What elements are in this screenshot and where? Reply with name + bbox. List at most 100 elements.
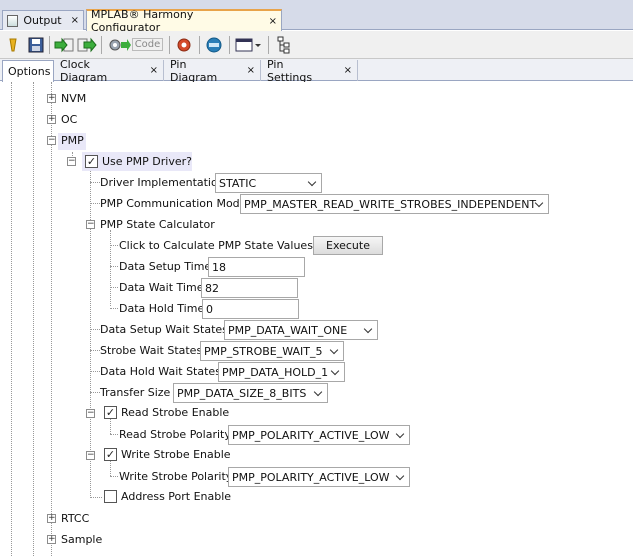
data-wait-time-label: Data Wait Time bbox=[119, 281, 204, 294]
toolbar-separator bbox=[49, 36, 50, 54]
tab-pin-settings[interactable]: Pin Settings × bbox=[262, 57, 358, 84]
tab-clock-diagram-label: Clock Diagram bbox=[60, 57, 108, 84]
write-strobe-polarity-label: Write Strobe Polarity bbox=[119, 470, 233, 483]
harmony-manager-icon[interactable] bbox=[204, 34, 224, 55]
data-hold-wait-states-label: Data Hold Wait States bbox=[100, 365, 221, 378]
calculate-pmp-state-label: Click to Calculate PMP State Values bbox=[119, 239, 313, 252]
toolbar-separator bbox=[268, 36, 269, 54]
tree-guide bbox=[90, 392, 100, 393]
pmp-communication-mode-select[interactable]: PMP_MASTER_READ_WRITE_STROBES_INDEPENDEN… bbox=[240, 194, 549, 214]
data-hold-wait-states-select[interactable]: PMP_DATA_HOLD_1 bbox=[218, 362, 345, 382]
tree-node-pmp[interactable]: PMP bbox=[61, 134, 84, 148]
tree-guide bbox=[110, 418, 111, 434]
settings-gear-icon[interactable] bbox=[174, 34, 194, 55]
collapse-icon[interactable]: − bbox=[86, 451, 95, 460]
use-pmp-driver-checkbox[interactable]: ✓ bbox=[85, 155, 98, 168]
data-setup-wait-states-select[interactable]: PMP_DATA_WAIT_ONE bbox=[224, 320, 378, 340]
tree-guide bbox=[90, 182, 100, 183]
tab-pin-diagram[interactable]: Pin Diagram × bbox=[165, 57, 261, 84]
generate-code-button[interactable]: Code bbox=[106, 34, 164, 55]
address-port-enable-checkbox[interactable] bbox=[104, 490, 117, 503]
address-port-enable-label: Address Port Enable bbox=[121, 490, 232, 503]
expand-icon[interactable]: + bbox=[47, 514, 56, 523]
tree-guide bbox=[33, 82, 34, 556]
data-hold-time-input[interactable]: 0 bbox=[202, 299, 299, 319]
data-setup-time-input[interactable]: 18 bbox=[208, 257, 305, 277]
tab-pin-settings-label: Pin Settings bbox=[267, 57, 313, 84]
tab-harmony-configurator[interactable]: MPLAB® Harmony Configurator × bbox=[86, 8, 282, 34]
write-strobe-enable-label: Write Strobe Enable bbox=[121, 448, 231, 461]
tree-node-oc[interactable]: OC bbox=[61, 113, 77, 127]
expand-icon[interactable]: + bbox=[47, 94, 56, 103]
tree-guide bbox=[11, 82, 12, 556]
write-strobe-polarity-value: PMP_POLARITY_ACTIVE_LOW bbox=[232, 470, 390, 484]
tab-output-label: Output bbox=[23, 14, 62, 27]
window-layout-dropdown[interactable] bbox=[234, 34, 264, 55]
tree-node-rtcc[interactable]: RTCC bbox=[61, 512, 89, 526]
execute-button[interactable]: Execute bbox=[313, 236, 383, 255]
data-hold-time-label: Data Hold Time bbox=[119, 302, 205, 315]
tab-output[interactable]: Output × bbox=[2, 10, 84, 30]
import-icon[interactable] bbox=[53, 34, 75, 55]
data-wait-time-input[interactable]: 82 bbox=[201, 278, 298, 298]
configuration-tree: + NVM + OC − PMP − ✓ Use PMP Driver? Dri… bbox=[0, 82, 633, 556]
chevron-down-icon bbox=[330, 366, 340, 376]
chevron-down-icon bbox=[395, 429, 405, 439]
tree-guide bbox=[110, 266, 118, 267]
read-strobe-enable-checkbox[interactable]: ✓ bbox=[104, 406, 117, 419]
close-icon[interactable]: × bbox=[269, 16, 277, 27]
tree-guide bbox=[110, 287, 118, 288]
read-strobe-polarity-label: Read Strobe Polarity bbox=[119, 428, 231, 441]
close-icon[interactable]: × bbox=[247, 65, 255, 76]
tree-guide bbox=[51, 82, 52, 556]
read-strobe-polarity-select[interactable]: PMP_POLARITY_ACTIVE_LOW bbox=[228, 425, 410, 445]
tree-guide bbox=[90, 329, 100, 330]
toolbar-separator bbox=[199, 36, 200, 54]
expand-icon[interactable]: + bbox=[47, 115, 56, 124]
info-icon[interactable] bbox=[6, 34, 20, 55]
tree-guide bbox=[110, 476, 118, 477]
document-tab-bar: Output × MPLAB® Harmony Configurator × bbox=[0, 0, 633, 34]
write-strobe-enable-checkbox[interactable]: ✓ bbox=[104, 448, 117, 461]
strobe-wait-states-label: Strobe Wait States bbox=[100, 344, 203, 357]
tree-node-nvm[interactable]: NVM bbox=[61, 92, 86, 106]
read-strobe-enable-label: Read Strobe Enable bbox=[121, 406, 230, 419]
close-icon[interactable]: × bbox=[150, 65, 158, 76]
pmp-communication-mode-label: PMP Communication Mode bbox=[100, 197, 247, 210]
data-setup-wait-states-label: Data Setup Wait States bbox=[100, 323, 228, 336]
collapse-icon[interactable]: − bbox=[67, 157, 76, 166]
expand-icon[interactable]: + bbox=[47, 535, 56, 544]
tab-pin-diagram-label: Pin Diagram bbox=[170, 57, 218, 84]
close-icon[interactable]: × bbox=[71, 15, 79, 26]
tree-guide bbox=[90, 497, 102, 498]
tree-guide bbox=[110, 460, 111, 476]
data-setup-wait-states-value: PMP_DATA_WAIT_ONE bbox=[228, 323, 348, 337]
toolbar-separator bbox=[229, 36, 230, 54]
collapse-icon[interactable]: − bbox=[86, 409, 95, 418]
generate-code-label: Code bbox=[131, 38, 164, 51]
use-pmp-driver-label: Use PMP Driver? bbox=[102, 155, 192, 168]
tree-guide bbox=[110, 434, 118, 435]
pmp-communication-mode-value: PMP_MASTER_READ_WRITE_STROBES_INDEPENDEN… bbox=[244, 197, 537, 211]
close-icon[interactable]: × bbox=[344, 65, 352, 76]
collapse-icon[interactable]: − bbox=[86, 220, 95, 229]
driver-implementation-label: Driver Implementation bbox=[100, 176, 225, 189]
strobe-wait-states-select[interactable]: PMP_STROBE_WAIT_5 bbox=[200, 341, 344, 361]
tree-node-sample[interactable]: Sample bbox=[61, 533, 102, 547]
hierarchy-tree-icon[interactable] bbox=[275, 34, 293, 55]
collapse-icon[interactable]: − bbox=[47, 136, 56, 145]
driver-implementation-select[interactable]: STATIC bbox=[215, 173, 322, 193]
tab-options-label: Options bbox=[8, 65, 51, 78]
read-strobe-polarity-value: PMP_POLARITY_ACTIVE_LOW bbox=[232, 428, 390, 442]
save-icon[interactable] bbox=[26, 34, 46, 55]
toolbar-separator bbox=[101, 36, 102, 54]
chevron-down-icon bbox=[307, 177, 317, 187]
transfer-size-select[interactable]: PMP_DATA_SIZE_8_BITS bbox=[173, 383, 328, 403]
tab-clock-diagram[interactable]: Clock Diagram × bbox=[55, 57, 164, 84]
tree-guide bbox=[90, 350, 100, 351]
write-strobe-polarity-select[interactable]: PMP_POLARITY_ACTIVE_LOW bbox=[228, 467, 410, 487]
tab-options[interactable]: Options bbox=[2, 60, 54, 82]
export-icon[interactable] bbox=[76, 34, 98, 55]
driver-implementation-value: STATIC bbox=[219, 176, 257, 190]
data-hold-wait-states-value: PMP_DATA_HOLD_1 bbox=[222, 365, 329, 379]
